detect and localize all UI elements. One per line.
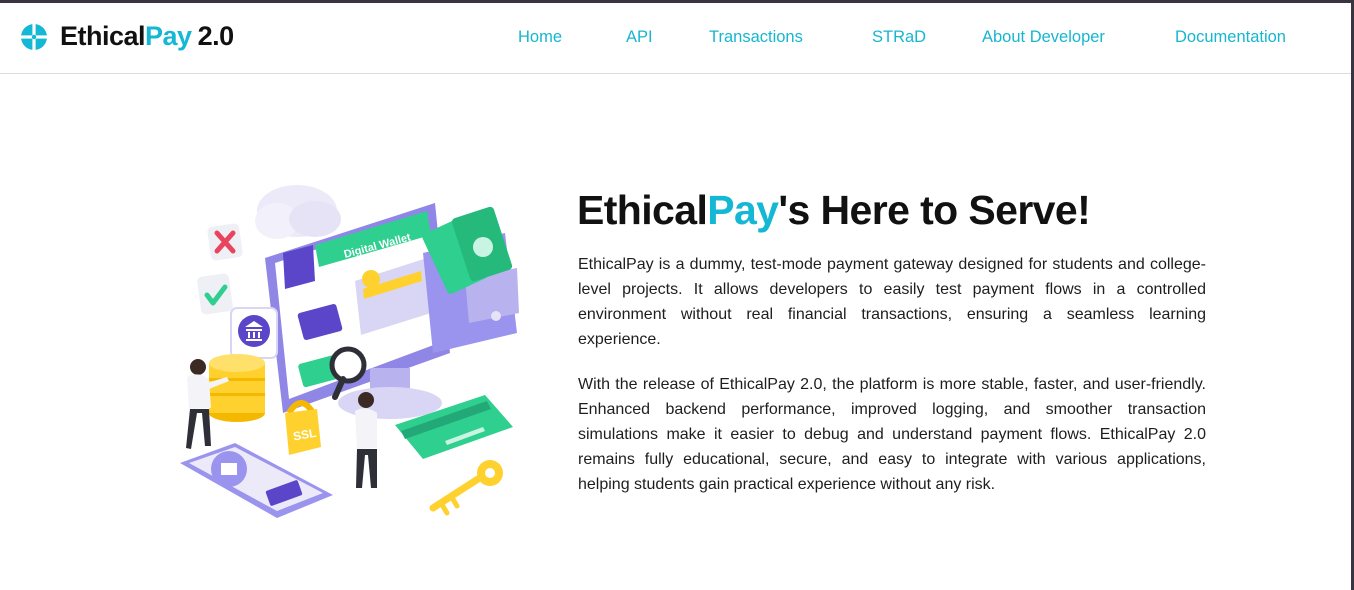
nav-link-about-developer[interactable]: About Developer: [982, 28, 1105, 47]
ssl-lock-icon: SSL: [285, 400, 321, 455]
brand-version: 2.0: [197, 21, 235, 51]
magnifier-icon: [329, 346, 367, 400]
nav-link-api[interactable]: API: [626, 28, 653, 47]
nav-link-home[interactable]: Home: [518, 28, 562, 47]
hero-heading-part2: Pay: [707, 187, 779, 233]
coin-stack: [209, 354, 265, 422]
hero-heading: EthicalPay's Here to Serve!: [577, 187, 1091, 234]
brand-name: EthicalPay 2.0: [60, 21, 234, 52]
phone: [180, 443, 333, 518]
brand-name-part1: Ethical: [60, 21, 146, 51]
cloud-icon: [255, 185, 341, 239]
cross-icon: [207, 223, 243, 261]
brand-name-part2: Pay: [145, 21, 192, 51]
navbar: EthicalPay 2.0 Home API Transactions STRa…: [0, 3, 1351, 74]
hero-illustration: Digital Wallet SSL: [180, 185, 519, 518]
key-icon: [429, 460, 503, 516]
hero-paragraph-1: EthicalPay is a dummy, test-mode payment…: [578, 256, 1206, 348]
hero-heading-part3: 's Here to Serve!: [778, 187, 1091, 233]
brand[interactable]: EthicalPay 2.0: [20, 21, 234, 52]
brand-logo-icon: [20, 22, 48, 51]
nav-link-documentation[interactable]: Documentation: [1175, 28, 1286, 47]
nav-link-strad[interactable]: STRaD: [872, 28, 926, 47]
nav-link-transactions[interactable]: Transactions: [709, 28, 803, 47]
bank-icon: [230, 307, 278, 359]
hero-heading-part1: Ethical: [577, 187, 708, 233]
hero-paragraph-2: With the release of EthicalPay 2.0, the …: [578, 376, 1206, 493]
check-icon: [197, 273, 233, 315]
